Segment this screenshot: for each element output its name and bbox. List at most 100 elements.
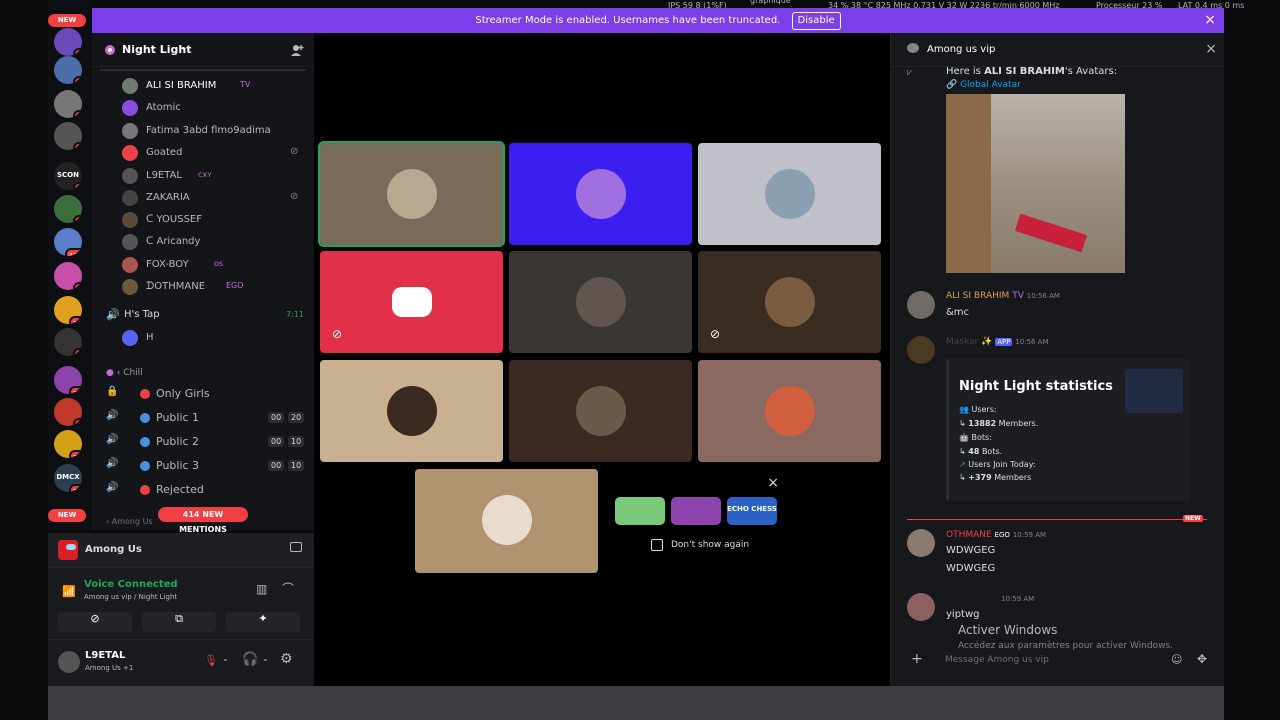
server-icon[interactable]: 1 [54,398,82,426]
embed-thumbnail [1125,369,1183,413]
video-tile[interactable] [509,143,692,245]
headphones-icon[interactable]: 🎧 [242,652,258,667]
channel-timer: 7:11 [286,310,304,319]
close-icon[interactable]: × [767,475,779,491]
chevron-down-icon[interactable]: ⌄ [262,654,269,663]
video-tile[interactable]: ⊘ [698,251,881,353]
speaker-icon: 🔊 [106,458,119,469]
message-timestamp: 10:59 AM [1001,595,1035,603]
activity-thumbnail[interactable] [671,497,721,525]
video-tile[interactable]: ⊘ [320,251,503,353]
close-icon[interactable]: × [1205,41,1217,57]
close-icon[interactable]: × [1204,8,1216,33]
video-tile[interactable] [698,143,881,245]
member-tag: TV [240,80,251,89]
video-tile[interactable] [509,251,692,353]
channel-hs-tap[interactable]: 🔊 H's Tap 7:11 [106,305,306,327]
voice-channel[interactable]: 🔊 Public 2 00 10 [106,431,306,453]
activity-thumbnail[interactable] [615,497,665,525]
app-icon: ⩗ [907,67,913,78]
activities-button[interactable]: ✦ [226,612,300,632]
voice-channel[interactable]: 🔊 Public 1 00 20 [106,407,306,429]
video-tile[interactable] [318,141,505,247]
server-icon[interactable]: 25 [54,296,82,324]
screen-share-button[interactable]: ⧉ [142,612,216,632]
new-pill-bottom[interactable]: NEW [48,509,86,522]
server-header[interactable]: Night Light ⌄ [92,33,314,67]
server-icon[interactable]: 1 [54,328,82,356]
chevron-down-icon[interactable]: ⌄ [222,654,229,663]
message-text: WDWGEG [946,563,996,574]
video-tile-self[interactable] [415,469,598,573]
dont-show-checkbox[interactable] [651,539,663,551]
avatar[interactable] [907,529,935,557]
member-tag: ᴏꜱ [214,259,224,268]
server-icon[interactable]: 1 [54,195,82,223]
server-icon[interactable]: 6 [54,90,82,118]
avatar[interactable] [907,336,935,364]
video-tile[interactable] [509,360,692,462]
category-icon: ● [106,368,114,378]
camera-off-button[interactable]: ⊘ [58,612,132,632]
add-user-icon[interactable] [290,43,304,57]
member-name: ᗪOTHMANE [146,281,206,292]
user-limit: 20 [288,412,305,423]
user-limit: 10 [288,436,305,447]
avatar-intro: Here is ALI SI BRAHIM's Avatars: [946,66,1118,77]
message-author[interactable]: ALI SI BRAHIM TV 10:56 AM [946,291,1060,301]
desktop-backdrop [48,686,1224,720]
server-icon[interactable]: SCON 1 [54,162,82,190]
server-icon[interactable]: 1 [54,28,82,56]
activity-screen-icon[interactable] [290,542,302,552]
message-input[interactable]: Message Among us vip [945,655,1049,665]
username[interactable]: L9ETAL [85,650,125,661]
avatar [122,100,138,116]
notification-badge: 6 [73,110,82,118]
server-icon[interactable]: 1 [54,262,82,290]
channel-emoji-icon [140,461,150,471]
wall-shape [946,94,991,273]
mic-muted-icon: ⊘ [710,327,721,341]
voice-channel[interactable]: Among us vip / Night Light [84,593,177,601]
server-icon[interactable]: DMCX 39 [54,464,82,492]
avatar[interactable] [907,291,935,319]
disconnect-icon[interactable]: ⌒ [282,580,294,597]
voice-channel[interactable]: 🔊 Public 3 00 10 [106,455,306,477]
server-icon[interactable]: 11 [54,366,82,394]
video-tile[interactable] [320,360,503,462]
server-icon[interactable]: 1 [54,122,82,150]
category-among-us[interactable]: ‹ Among Us [106,517,153,526]
plus-icon[interactable]: + [911,651,923,667]
gear-icon[interactable]: ⚙ [280,651,293,667]
camera-off-icon: ⊘ [90,612,100,625]
disable-button[interactable]: Disable [791,12,841,30]
activity-thumbnail[interactable]: ECHO CHESS [727,497,777,525]
voice-channel[interactable]: 🔊 Rejected [106,479,306,501]
mic-muted-icon: ⊘ [290,146,299,157]
member-name: FOX-BOY [146,259,189,270]
apps-icon[interactable]: ✥ [1197,652,1207,666]
noise-suppression-icon[interactable]: ▥ [256,582,267,596]
activity-panel[interactable]: Among Us [48,533,314,567]
avatar-image[interactable] [946,94,1125,273]
mic-muted-icon[interactable]: 🎙 [204,654,218,667]
global-avatar-link[interactable]: 🔗 Global Avatar [946,80,1021,90]
voice-channel[interactable]: 🔒 Only Girls [106,383,306,405]
avatar[interactable] [58,651,80,673]
voice-status[interactable]: Voice Connected [84,579,178,590]
server-icon[interactable]: 425 [54,228,82,256]
server-icon[interactable]: 1 [54,56,82,84]
video-tile[interactable] [698,360,881,462]
category-chill[interactable]: ● ‹ Chill [106,368,143,378]
avatar[interactable] [907,593,935,621]
server-icon[interactable]: 20 [54,430,82,458]
message-author[interactable]: Maskar ✨ APP 10:56 AM [946,337,1049,347]
member-name: Atomic [146,102,181,113]
new-pill-top[interactable]: NEW [48,14,86,27]
new-mentions-pill[interactable]: 414 NEW MENTIONS [158,507,248,534]
signal-icon[interactable]: 📶 [62,585,76,598]
voice-stage: ⊘ ⊘ × ECHO CHESS Don't show again [314,33,890,686]
emoji-icon[interactable]: ☺ [1171,653,1182,666]
message-author[interactable]: OTHMANE EGO 10:59 AM [946,530,1046,540]
member-tag: EGO [226,281,244,290]
